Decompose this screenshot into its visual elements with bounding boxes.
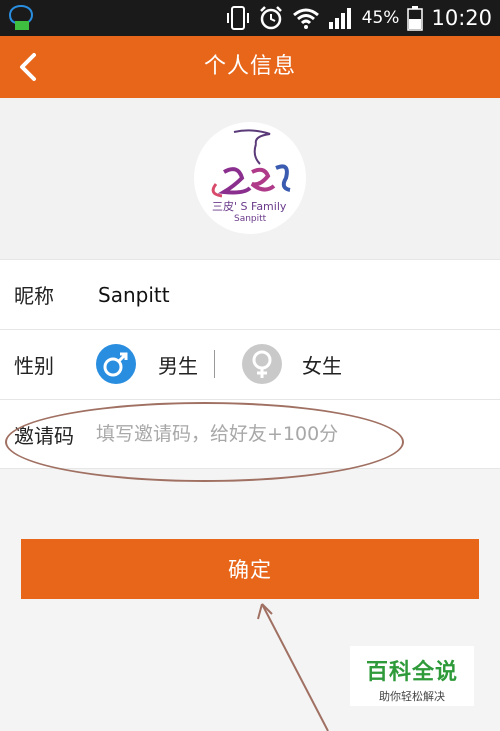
- invite-code-input[interactable]: [96, 423, 396, 445]
- alarm-clock-icon: [259, 6, 282, 30]
- gender-label: 性别: [14, 354, 54, 378]
- clock-time: 10:20: [431, 6, 492, 30]
- watermark-subtitle: 助你轻松解决: [379, 690, 445, 703]
- avatar-section: 三皮' S Family Sanpitt: [0, 98, 500, 259]
- invite-label: 邀请码: [14, 423, 74, 448]
- status-bar: 45% 10:20: [0, 0, 500, 36]
- avatar[interactable]: 三皮' S Family Sanpitt: [194, 122, 306, 234]
- page-title: 个人信息: [203, 54, 296, 79]
- nickname-row[interactable]: 昵称 Sanpitt: [0, 259, 500, 329]
- nickname-label: 昵称: [14, 284, 54, 308]
- chat-notification-icon: [8, 4, 34, 31]
- gender-female-option[interactable]: 女生: [302, 350, 342, 379]
- wifi-icon: [292, 8, 319, 29]
- invite-row: 邀请码: [0, 399, 500, 469]
- app-bar: 个人信息: [0, 36, 500, 98]
- watermark-logo: 百科全说 助你轻松解决: [350, 646, 474, 706]
- family-logo-icon: 三皮' S Family Sanpitt: [211, 129, 291, 224]
- gender-row: 性别 男生 女生: [0, 329, 500, 399]
- logo-title: 三皮' S Family: [212, 200, 287, 213]
- logo-subtitle: Sanpitt: [234, 214, 267, 224]
- nickname-value[interactable]: Sanpitt: [98, 283, 170, 307]
- confirm-button[interactable]: 确定: [21, 539, 479, 599]
- gender-male-option[interactable]: 男生: [158, 350, 198, 379]
- signal-icon: [328, 8, 351, 29]
- gender-divider: [214, 350, 215, 378]
- battery-icon: [407, 6, 424, 31]
- profile-form: 昵称 Sanpitt 性别 男生 女生 邀请码: [0, 259, 500, 469]
- phone-vibrate-icon: [226, 6, 249, 30]
- female-icon[interactable]: [242, 344, 282, 384]
- male-icon[interactable]: [96, 344, 136, 384]
- battery-percent: 45%: [361, 8, 400, 28]
- watermark-title: 百科全说: [365, 660, 458, 685]
